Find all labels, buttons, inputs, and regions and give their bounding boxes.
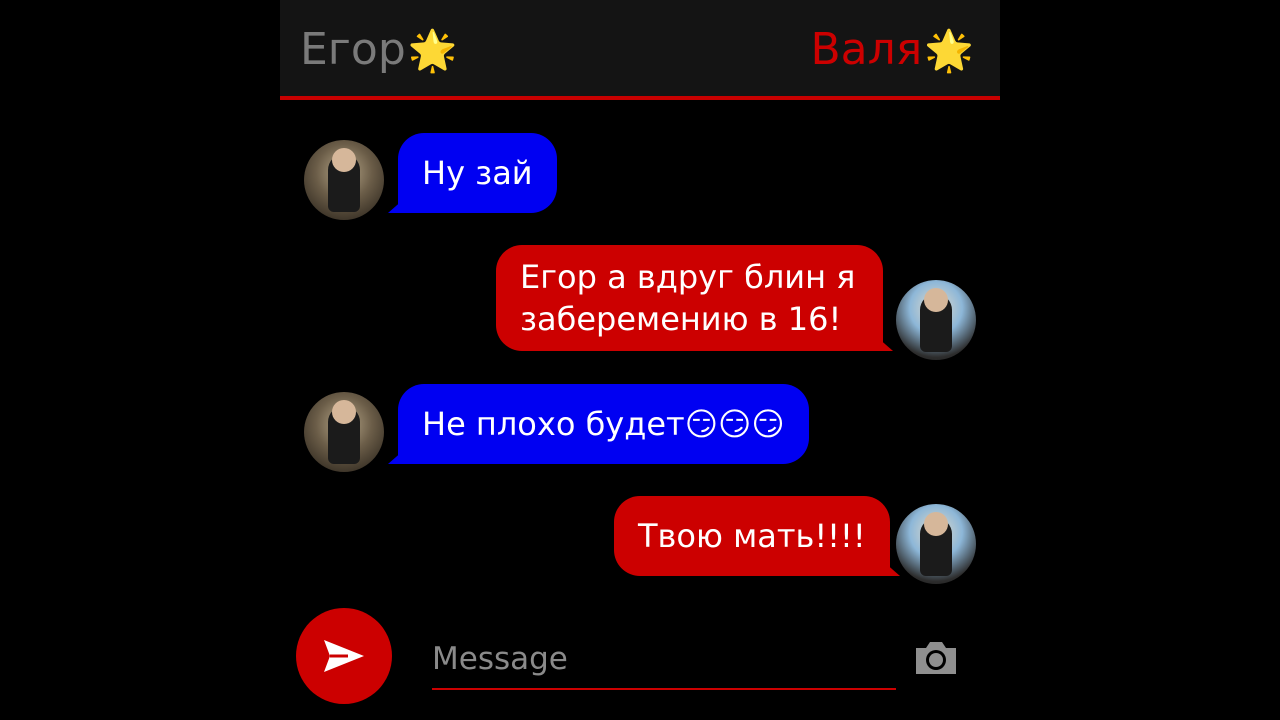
message-bubble: Твою мать!!!! <box>614 496 900 576</box>
egor-avatar <box>304 140 384 220</box>
egor-avatar <box>304 392 384 472</box>
star-icon: 🌟 <box>407 28 458 74</box>
message-input[interactable] <box>432 634 896 684</box>
message-text: Ну зай <box>422 154 533 192</box>
send-arrow-icon <box>324 640 364 672</box>
send-button[interactable] <box>296 608 392 704</box>
left-contact-name-text: Егор <box>300 24 406 75</box>
message-bubble: Егор а вдруг блин я заберемению в 16! <box>496 245 893 351</box>
valya-avatar <box>896 504 976 584</box>
camera-icon[interactable] <box>912 638 960 678</box>
message-bubble: Ну зай <box>388 133 557 213</box>
right-contact-name: Валя🌟 <box>810 22 974 79</box>
message-text-line: заберемению в 16! <box>520 300 842 338</box>
star-icon: 🌟 <box>924 28 974 74</box>
message-text: Не плохо будет😏😏😏 <box>422 405 785 443</box>
message-text-line: Егор а вдруг блин я <box>520 258 856 296</box>
message-input-wrapper <box>432 634 896 690</box>
message-text: Твою мать!!!! <box>638 517 866 555</box>
right-contact-name-text: Валя <box>810 24 923 75</box>
chat-header: Егор🌟 Валя🌟 <box>280 0 1000 100</box>
left-contact-name: Егор🌟 <box>300 22 458 79</box>
message-bubble: Не плохо будет😏😏😏 <box>388 384 809 464</box>
valya-avatar <box>896 280 976 360</box>
